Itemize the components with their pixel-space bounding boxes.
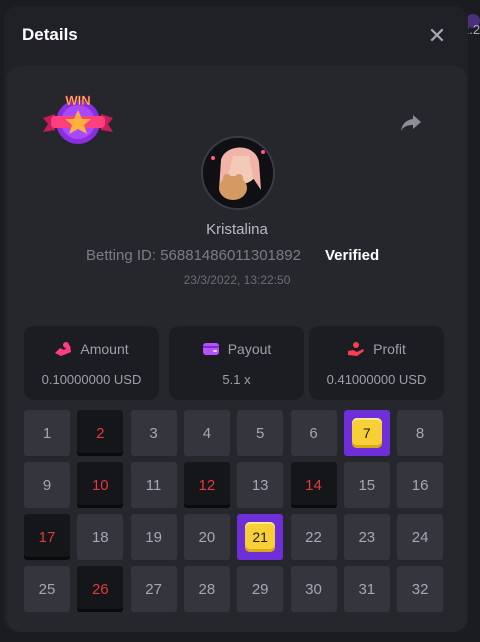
payout-label: Payout	[227, 341, 272, 357]
grid-tile-6: 6	[290, 410, 337, 456]
avatar	[201, 136, 275, 210]
betting-id: Betting ID: 56881486011301892	[86, 247, 301, 264]
payout-card: Payout 5.1 x	[169, 326, 304, 400]
grid-tile-25: 25	[24, 566, 70, 612]
grid-tile-28: 28	[183, 566, 230, 612]
grid-tile-17: 17	[24, 514, 70, 560]
details-modal: Details ✕ WIN Kristalina Betting ID: 568…	[4, 6, 468, 632]
player-name: Kristalina	[206, 221, 268, 238]
grid-tile-14: 14	[290, 462, 337, 508]
grid-tile-2: 2	[77, 410, 124, 456]
grid-tile-27: 27	[130, 566, 177, 612]
grid-tile-4: 4	[183, 410, 230, 456]
grid-tile-11: 11	[130, 462, 177, 508]
verified-label: Verified	[325, 247, 380, 264]
gem-icon: 21	[245, 522, 276, 552]
grid-tile-22: 22	[290, 514, 337, 560]
grid-tile-20: 20	[183, 514, 230, 560]
amount-card: Amount 0.10000000 USD	[24, 326, 159, 400]
grid-tile-16: 16	[397, 462, 444, 508]
wallet-icon	[202, 343, 219, 355]
close-icon[interactable]: ✕	[426, 25, 448, 47]
grid-tile-30: 30	[290, 566, 337, 612]
grid-tile-8: 8	[397, 410, 444, 456]
gem-icon: 7	[351, 418, 382, 448]
payout-value: 5.1 x	[222, 372, 251, 387]
grid-tile-13: 13	[237, 462, 284, 508]
bet-details-panel: WIN Kristalina Betting ID: 5688148601130…	[7, 66, 467, 632]
bet-timestamp: 23/3/2022, 13:22:50	[183, 273, 291, 287]
hand-coin-icon	[348, 342, 365, 356]
grid-tile-15: 15	[343, 462, 390, 508]
grid-tile-24: 24	[397, 514, 444, 560]
grid-tile-29: 29	[237, 566, 284, 612]
amount-label: Amount	[80, 341, 129, 357]
grid-tile-23: 23	[343, 514, 390, 560]
grid-tile-1: 1	[24, 410, 70, 456]
grid-tile-21: 21	[237, 514, 284, 560]
share-icon[interactable]	[399, 110, 423, 134]
profit-value: 0.41000000 USD	[326, 372, 427, 387]
profit-label: Profit	[373, 341, 406, 357]
grid-tile-7: 7	[343, 410, 390, 456]
grid-tile-number: 7	[362, 425, 371, 441]
amount-value: 0.10000000 USD	[41, 372, 142, 387]
win-badge-text: WIN	[65, 93, 90, 108]
grid-tile-9: 9	[24, 462, 70, 508]
grid-tile-19: 19	[130, 514, 177, 560]
grid-tile-18: 18	[77, 514, 124, 560]
win-badge: WIN	[43, 93, 113, 144]
grid-tile-3: 3	[130, 410, 177, 456]
coins-icon	[55, 342, 72, 356]
grid-tile-10: 10	[77, 462, 124, 508]
grid-tile-26: 26	[77, 566, 124, 612]
grid-tile-32: 32	[397, 566, 444, 612]
avatar-image	[203, 138, 273, 208]
grid-tile-number: 21	[252, 529, 268, 545]
modal-title: Details	[22, 25, 78, 44]
grid-tile-12: 12	[183, 462, 230, 508]
grid-tile-31: 31	[343, 566, 390, 612]
profit-card: Profit 0.41000000 USD	[309, 326, 444, 400]
grid-tile-5: 5	[237, 410, 284, 456]
